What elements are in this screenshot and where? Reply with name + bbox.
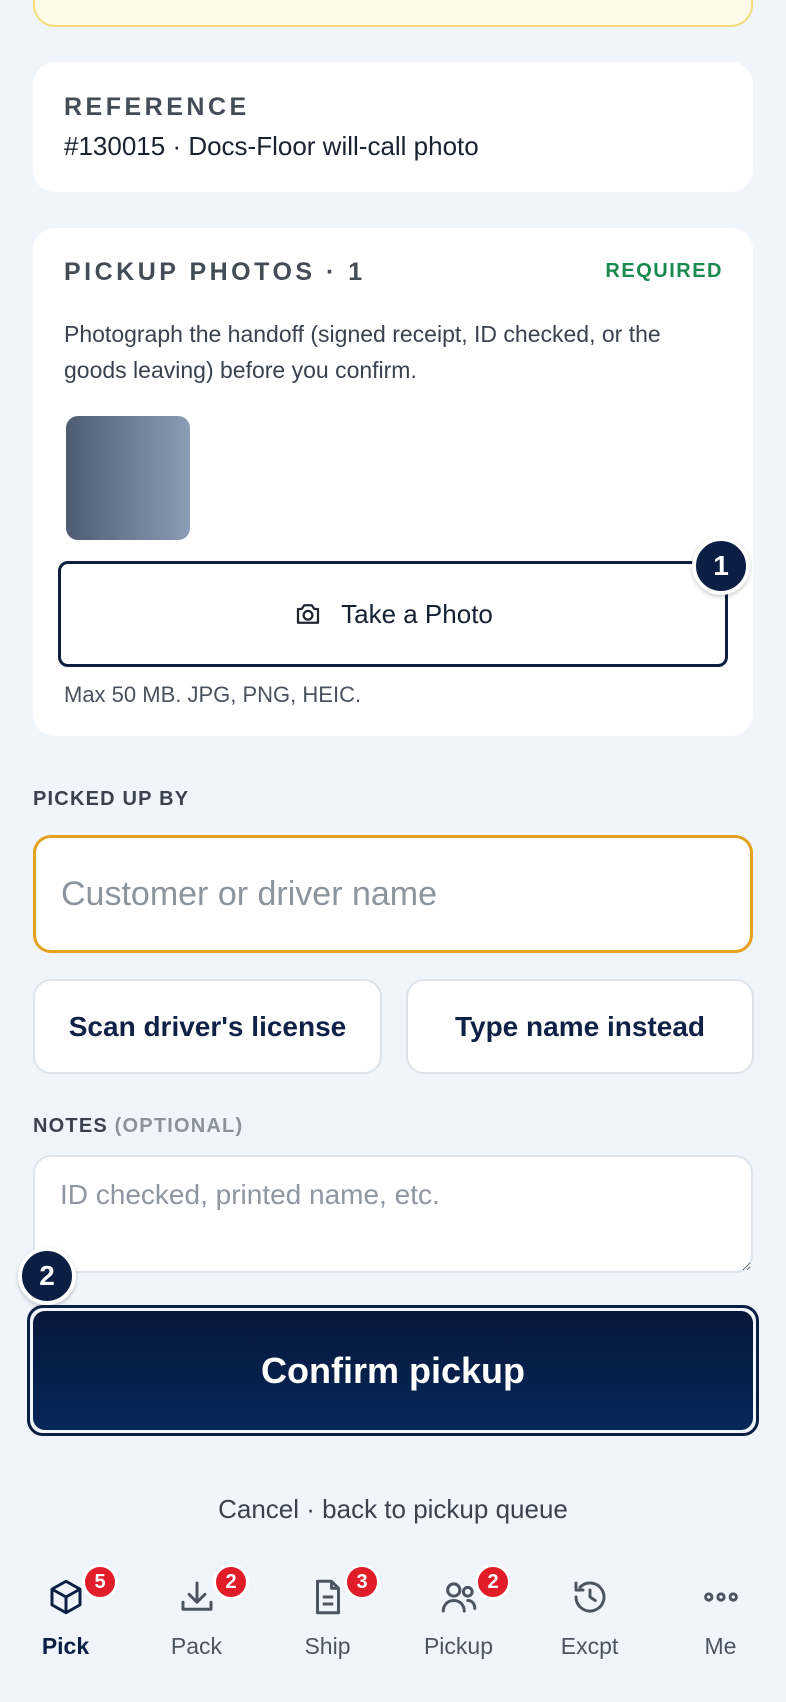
max-size-hint: Max 50 MB. JPG, PNG, HEIC. <box>64 682 362 707</box>
cancel-link[interactable]: Cancel · back to pickup queue <box>0 1494 786 1525</box>
reference-value: #130015 · Docs-Floor will-call photo <box>64 131 479 161</box>
tab-pickup-badge: 2 <box>475 1564 511 1600</box>
tab-ship[interactable]: 3 Ship <box>262 1560 393 1670</box>
pickup-photos-title: PICKUP PHOTOS · 1 <box>64 258 366 286</box>
users-icon <box>438 1576 480 1618</box>
scan-license-button[interactable]: Scan driver's license <box>33 979 382 1074</box>
confirm-pickup-label: Confirm pickup <box>33 1311 753 1430</box>
step-badge-2: 2 <box>18 1247 76 1305</box>
notes-optional-text: (OPTIONAL) <box>114 1115 244 1137</box>
camera-icon <box>296 604 320 624</box>
tab-pickup-label: Pickup <box>423 1633 494 1659</box>
top-banner <box>33 0 753 27</box>
tab-pick-label: Pick <box>41 1633 90 1659</box>
reference-title: REFERENCE <box>64 93 250 121</box>
tab-pack-label: Pack <box>170 1633 223 1659</box>
tab-ship-label: Ship <box>304 1633 351 1659</box>
tab-pick-badge: 5 <box>82 1564 118 1600</box>
step-badge-1: 1 <box>692 537 750 595</box>
tab-pickup[interactable]: 2 Pickup <box>393 1560 524 1670</box>
tab-exceptions[interactable]: Excpt <box>524 1560 655 1670</box>
pickup-photos-card: PICKUP PHOTOS · 1 REQUIRED Photograph th… <box>33 228 753 736</box>
cube-icon <box>45 1576 87 1618</box>
history-icon <box>569 1576 611 1618</box>
picked-up-by-label: PICKED UP BY <box>33 788 190 810</box>
reference-card: REFERENCE #130015 · Docs-Floor will-call… <box>33 62 753 192</box>
photo-thumbnail[interactable] <box>66 416 190 540</box>
notes-label-text: NOTES <box>33 1115 108 1137</box>
take-photo-label: Take a Photo <box>341 598 493 629</box>
type-name-button[interactable]: Type name instead <box>406 979 754 1074</box>
take-photo-button[interactable]: Take a Photo <box>58 561 728 667</box>
document-icon <box>307 1576 349 1618</box>
tab-pick[interactable]: 5 Pick <box>0 1560 131 1670</box>
tab-exceptions-label: Excpt <box>560 1633 619 1659</box>
notes-textarea[interactable] <box>33 1155 753 1273</box>
more-icon <box>700 1576 742 1618</box>
tab-pack[interactable]: 2 Pack <box>131 1560 262 1670</box>
pickup-photos-description: Photograph the handoff (signed receipt, … <box>64 321 661 383</box>
tab-ship-badge: 3 <box>344 1564 380 1600</box>
required-badge: REQUIRED <box>605 260 723 282</box>
confirm-pickup-button[interactable]: Confirm pickup <box>27 1305 759 1436</box>
picked-up-by-input[interactable] <box>33 835 753 953</box>
notes-label: NOTES (OPTIONAL) <box>33 1115 243 1138</box>
download-icon <box>176 1576 218 1618</box>
bottom-tab-bar: 5 Pick 2 Pack 3 Ship 2 Pickup Excpt Me <box>0 1560 786 1702</box>
tab-me-label: Me <box>704 1633 737 1659</box>
tab-pack-badge: 2 <box>213 1564 249 1600</box>
tab-me[interactable]: Me <box>655 1560 786 1670</box>
